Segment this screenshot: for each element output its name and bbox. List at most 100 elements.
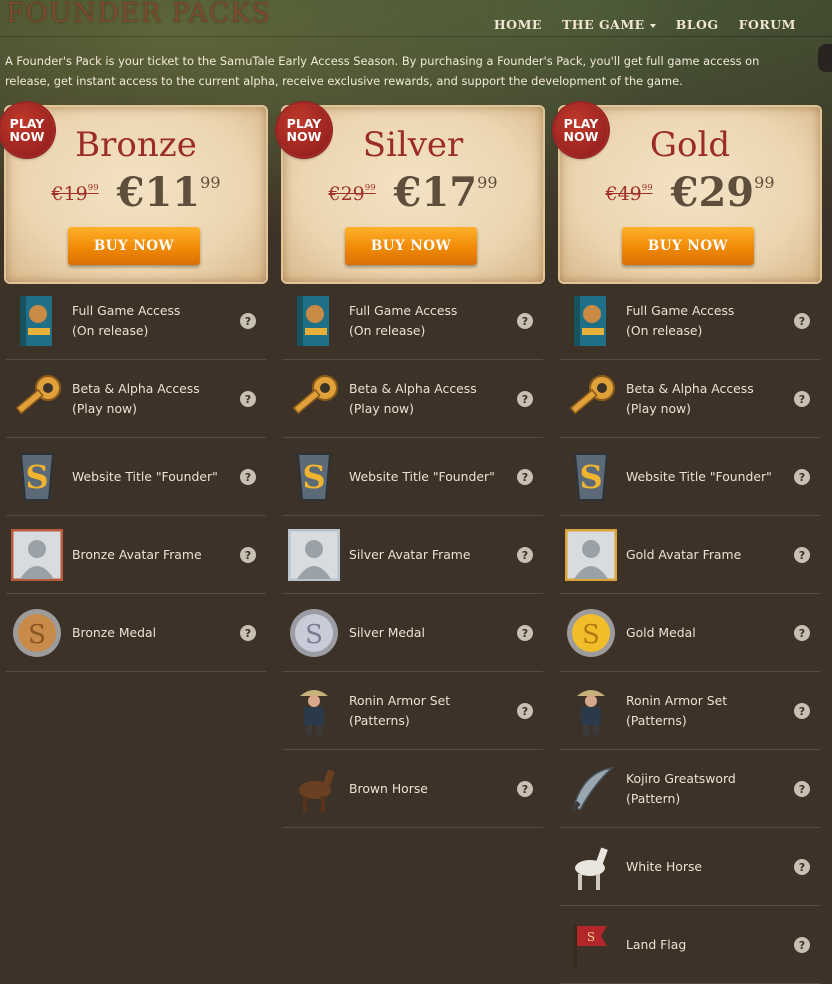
title-divider (0, 36, 832, 37)
help-icon[interactable]: ? (240, 391, 256, 407)
reward-label: Beta & Alpha Access (Play now) (349, 379, 509, 419)
reward-item: Ronin Armor Set (Patterns)? (283, 672, 543, 750)
help-icon[interactable]: ? (794, 313, 810, 329)
new-price: €2999 (671, 169, 775, 216)
reward-label-line1: Gold Avatar Frame (626, 546, 742, 562)
pack-card: PLAY NOW Gold €4999 €2999 BUY NOW (554, 103, 820, 282)
help-icon[interactable]: ? (794, 781, 810, 797)
help-icon[interactable]: ? (517, 781, 533, 797)
new-price: €1199 (117, 169, 221, 216)
game-box-icon (10, 294, 64, 348)
help-icon[interactable]: ? (240, 313, 256, 329)
medal-silver-icon: S (287, 606, 341, 660)
reward-label: Bronze Medal (72, 623, 232, 643)
help-icon[interactable]: ? (517, 469, 533, 485)
reward-label: Ronin Armor Set (Patterns) (626, 691, 786, 731)
reward-label-line1: Beta & Alpha Access (626, 380, 754, 396)
reward-label: Land Flag (626, 935, 786, 955)
help-icon[interactable]: ? (794, 937, 810, 953)
help-icon[interactable]: ? (517, 547, 533, 563)
reward-label: Gold Medal (626, 623, 786, 643)
reward-label-line1: Website Title "Founder" (626, 468, 772, 484)
help-icon[interactable]: ? (517, 625, 533, 641)
reward-item: Beta & Alpha Access (Play now)? (6, 360, 266, 438)
old-price: €4999 (605, 183, 652, 205)
reward-label-line1: Bronze Medal (72, 624, 157, 640)
key-icon (10, 372, 64, 426)
reward-label: Silver Medal (349, 623, 509, 643)
svg-text:S: S (587, 930, 595, 944)
ronin-armor-icon (287, 684, 341, 738)
help-icon[interactable]: ? (240, 469, 256, 485)
side-tab[interactable] (818, 44, 832, 72)
reward-label-line1: Beta & Alpha Access (349, 380, 477, 396)
pack-name: Gold (649, 125, 731, 165)
reward-item: Full Game Access (On release)? (283, 282, 543, 360)
s-emblem-icon: S (10, 450, 64, 504)
reward-label: Kojiro Greatsword (Pattern) (626, 769, 786, 809)
help-icon[interactable]: ? (794, 625, 810, 641)
reward-label: Silver Avatar Frame (349, 545, 509, 565)
pack-card: PLAY NOW Silver €2999 €1799 BUY NOW (277, 103, 543, 282)
game-box-icon (287, 294, 341, 348)
help-icon[interactable]: ? (517, 313, 533, 329)
greatsword-icon (564, 762, 618, 816)
new-price-int: €29 (670, 169, 755, 216)
reward-item: Kojiro Greatsword (Pattern)? (560, 750, 820, 828)
reward-label-line1: Land Flag (626, 936, 687, 952)
old-price-dec: 99 (364, 183, 376, 193)
reward-label: Beta & Alpha Access (Play now) (626, 379, 786, 419)
svg-text:S: S (28, 620, 46, 650)
help-icon[interactable]: ? (794, 547, 810, 563)
help-icon[interactable]: ? (794, 703, 810, 719)
help-icon[interactable]: ? (794, 391, 810, 407)
main-nav: HOME THE GAME BLOG FORUM (494, 17, 796, 32)
buy-now-button[interactable]: BUY NOW (68, 227, 200, 265)
reward-label-line2: (Patterns) (626, 712, 687, 728)
reward-label: Beta & Alpha Access (Play now) (72, 379, 232, 419)
reward-label: Bronze Avatar Frame (72, 545, 232, 565)
old-price-dec: 99 (641, 183, 653, 193)
nav-forum[interactable]: FORUM (739, 17, 796, 32)
help-icon[interactable]: ? (517, 391, 533, 407)
reward-label-line2: (On release) (626, 322, 703, 338)
white-horse-icon (564, 840, 618, 894)
reward-label: White Horse (626, 857, 786, 877)
new-price: €1799 (394, 169, 498, 216)
reward-item: S Website Title "Founder"? (6, 438, 266, 516)
reward-label-line1: Beta & Alpha Access (72, 380, 200, 396)
help-icon[interactable]: ? (794, 859, 810, 875)
nav-blog[interactable]: BLOG (676, 17, 719, 32)
reward-label-line1: Silver Medal (349, 624, 425, 640)
land-flag-icon: S (564, 918, 618, 972)
help-icon[interactable]: ? (794, 469, 810, 485)
reward-label-line1: Kojiro Greatsword (626, 770, 736, 786)
page-title: FOUNDER PACKS (6, 0, 272, 29)
key-icon (287, 372, 341, 426)
price-row: €2999 €1799 (283, 169, 543, 216)
new-price-int: €11 (116, 169, 201, 216)
old-price-int: €29 (328, 183, 365, 205)
reward-item: Brown Horse? (283, 750, 543, 828)
help-icon[interactable]: ? (240, 547, 256, 563)
reward-label-line1: Full Game Access (626, 302, 735, 318)
reward-label-line2: (Patterns) (349, 712, 410, 728)
svg-text:S: S (305, 620, 323, 650)
reward-label: Brown Horse (349, 779, 509, 799)
reward-label-line2: (Play now) (626, 400, 692, 416)
help-icon[interactable]: ? (240, 625, 256, 641)
game-box-icon (564, 294, 618, 348)
nav-the-game[interactable]: THE GAME (562, 17, 656, 32)
medal-gold-icon: S (564, 606, 618, 660)
old-price: €2999 (328, 183, 375, 205)
reward-label-line2: (Pattern) (626, 790, 681, 806)
reward-label-line1: Ronin Armor Set (626, 692, 728, 708)
avatar-frame-gold-icon (564, 528, 618, 582)
reward-item: Bronze Avatar Frame? (6, 516, 266, 594)
buy-now-button[interactable]: BUY NOW (345, 227, 477, 265)
s-emblem-icon: S (564, 450, 618, 504)
help-icon[interactable]: ? (517, 703, 533, 719)
buy-now-button[interactable]: BUY NOW (622, 227, 754, 265)
reward-label-line1: Full Game Access (72, 302, 181, 318)
nav-home[interactable]: HOME (494, 17, 542, 32)
